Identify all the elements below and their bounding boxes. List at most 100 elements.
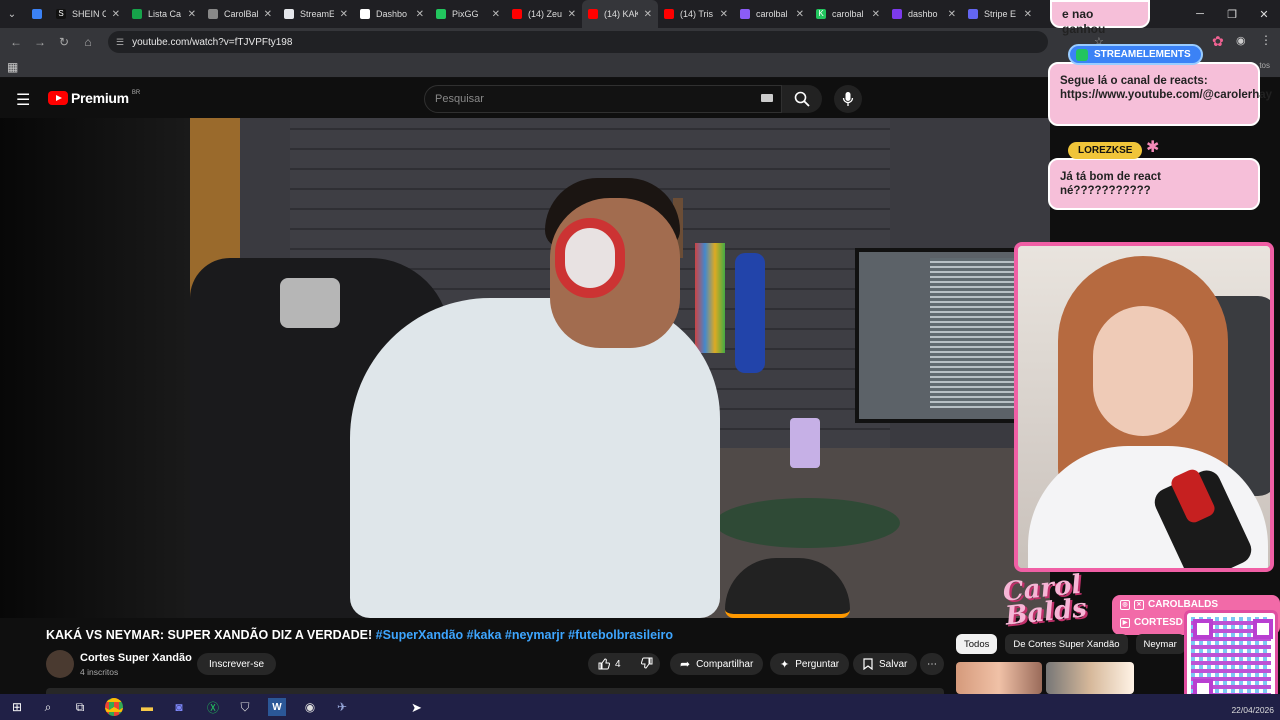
more-icon: ⋯ — [927, 658, 937, 670]
search-input[interactable]: Pesquisar — [424, 85, 782, 113]
chip-all[interactable]: Todos — [956, 634, 998, 654]
tab-close-icon[interactable]: ✕ — [796, 9, 804, 20]
steam-icon[interactable]: ✈ — [333, 698, 351, 716]
file-explorer-icon[interactable]: ▬ — [138, 698, 156, 716]
food-plate — [715, 498, 900, 548]
extension-flower-icon[interactable]: ✿ — [1212, 33, 1224, 50]
tab-close-icon[interactable]: ✕ — [1024, 9, 1032, 20]
browser-tab[interactable]: StreamE ✕ — [278, 0, 354, 28]
browser-tab[interactable]: Lista Ca ✕ — [126, 0, 202, 28]
restore-icon[interactable]: ❐ — [1216, 0, 1248, 28]
video-thumbnail[interactable] — [956, 662, 1042, 694]
video-hashtags[interactable]: #SuperXandão #kaka #neymarjr #futebolbra… — [376, 628, 673, 642]
search-button[interactable] — [782, 85, 822, 113]
tab-close-icon[interactable]: ✕ — [872, 9, 880, 20]
video-player[interactable] — [0, 118, 1050, 618]
like-button[interactable]: 4 — [598, 658, 621, 670]
tab-label: (14) Zeu — [528, 9, 562, 19]
xbox-icon[interactable]: Ⓧ — [204, 698, 222, 716]
apps-icon[interactable]: ▦ — [7, 60, 18, 74]
browser-tab[interactable]: (14) Zeu ✕ — [506, 0, 582, 28]
streamer-face — [1093, 306, 1193, 436]
ask-button[interactable]: ✦ Perguntar — [770, 653, 850, 675]
tab-close-icon[interactable]: ✕ — [112, 9, 120, 20]
tab-favicon-icon — [512, 9, 522, 19]
chrome-icon[interactable] — [105, 698, 123, 716]
reload-icon[interactable]: ↻ — [54, 32, 74, 52]
windows-start-icon[interactable]: ⊞ — [8, 698, 26, 716]
save-button[interactable]: Salvar — [853, 653, 918, 675]
site-info-icon[interactable]: ☰ — [116, 37, 124, 48]
browser-tab[interactable]: PixGG ✕ — [430, 0, 506, 28]
tab-close-icon[interactable]: ✕ — [188, 9, 196, 20]
person-shirt — [350, 298, 720, 618]
tab-close-icon[interactable]: ✕ — [492, 9, 500, 20]
profile-icon[interactable]: ◉ — [1236, 34, 1246, 47]
tab-favicon-icon — [208, 9, 218, 19]
video-frame[interactable] — [190, 118, 1050, 618]
subscribe-button[interactable]: Inscrever-se — [197, 653, 277, 675]
browser-tab[interactable]: Kcarolbal ✕ — [810, 0, 886, 28]
tab-close-icon[interactable]: ✕ — [948, 9, 956, 20]
tab-close-icon[interactable]: ✕ — [264, 9, 272, 20]
browser-tab[interactable]: Stripe E ✕ — [962, 0, 1038, 28]
tab-favicon-icon — [968, 9, 978, 19]
youtube-icon: ▶ — [1120, 617, 1130, 628]
youtube-premium-logo[interactable]: Premium BR — [48, 90, 140, 106]
chat-text: e nao ganhou — [1062, 7, 1106, 36]
browser-tab[interactable]: (14) Tris ✕ — [658, 0, 734, 28]
back-icon[interactable]: ← — [6, 32, 26, 52]
bookmarks-overflow-label: tos — [1259, 61, 1270, 70]
browser-tab[interactable]: carolbal ✕ — [734, 0, 810, 28]
thumbs-down-icon — [640, 657, 653, 669]
dislike-button[interactable] — [640, 657, 653, 672]
task-view-icon[interactable]: ⧉ — [71, 698, 89, 716]
tab-close-icon[interactable]: ✕ — [416, 9, 424, 20]
chip-neymar[interactable]: Neymar — [1135, 634, 1185, 654]
browser-tab[interactable]: (14) KAK ✕ — [582, 0, 658, 28]
browser-tab[interactable]: Dashbo ✕ — [354, 0, 430, 28]
address-bar[interactable]: ☰ youtube.com/watch?v=fTJVPFty198 — [108, 31, 1048, 53]
chat-username-badge: STREAMELEMENTS — [1068, 44, 1203, 65]
minimize-icon[interactable]: ─ — [1184, 0, 1216, 28]
video-thumbnail[interactable] — [1046, 662, 1134, 694]
share-button[interactable]: ➦ Compartilhar — [670, 653, 764, 675]
chip-channel[interactable]: De Cortes Super Xandão — [1005, 634, 1128, 654]
word-icon[interactable]: W — [268, 698, 286, 716]
browser-tab[interactable]: dashbo ✕ — [886, 0, 962, 28]
forward-icon[interactable]: → — [30, 32, 50, 52]
hamburger-menu-icon[interactable]: ☰ — [16, 90, 30, 110]
browser-tab[interactable] — [24, 0, 50, 28]
tab-close-icon[interactable]: ✕ — [644, 9, 652, 20]
close-icon[interactable]: ✕ — [1248, 0, 1280, 28]
tab-close-icon[interactable]: ✕ — [340, 9, 348, 20]
qr-finder-pattern — [1253, 619, 1273, 639]
tab-close-icon[interactable]: ✕ — [720, 9, 728, 20]
channel-avatar[interactable] — [46, 650, 74, 678]
keyboard-icon[interactable] — [761, 94, 773, 102]
more-actions-button[interactable]: ⋯ — [920, 653, 944, 675]
chat-message: Já tá bom de react né??????????? — [1048, 158, 1260, 210]
voice-search-button[interactable] — [834, 85, 862, 113]
tab-favicon-icon — [588, 9, 598, 19]
tab-list: S SHEIN C ✕ Lista Ca ✕ CarolBal ✕ StreamE ✕ Dashb… — [24, 0, 1038, 28]
discord-icon[interactable]: ◙ — [170, 698, 188, 716]
channel-name[interactable]: Cortes Super Xandão — [80, 652, 192, 664]
browser-tab[interactable]: S SHEIN C ✕ — [50, 0, 126, 28]
chair-logo — [280, 278, 340, 328]
browser-menu-icon[interactable]: ⋮ — [1260, 33, 1272, 47]
security-shield-icon[interactable]: ⛉ — [236, 698, 254, 716]
social-row: ◎ ✕ CAROLBALDS — [1120, 599, 1218, 610]
chat-username: STREAMELEMENTS — [1094, 49, 1191, 60]
tab-close-icon[interactable]: ✕ — [568, 9, 576, 20]
home-icon[interactable]: ⌂ — [78, 32, 98, 52]
taskbar-search-icon[interactable]: ⌕ — [39, 698, 57, 716]
tab-label: PixGG — [452, 9, 479, 19]
video-title: KAKÁ VS NEYMAR: SUPER XANDÃO DIZ A VERDA… — [46, 628, 673, 642]
chat-text: Segue lá o canal de reacts: https://www.… — [1060, 75, 1273, 102]
save-label: Salvar — [879, 658, 908, 670]
mouse-cursor-icon: ➤ — [411, 700, 422, 715]
obs-icon[interactable]: ◉ — [301, 698, 319, 716]
browser-tab[interactable]: CarolBal ✕ — [202, 0, 278, 28]
tab-search-icon[interactable]: ⌄ — [0, 0, 24, 28]
